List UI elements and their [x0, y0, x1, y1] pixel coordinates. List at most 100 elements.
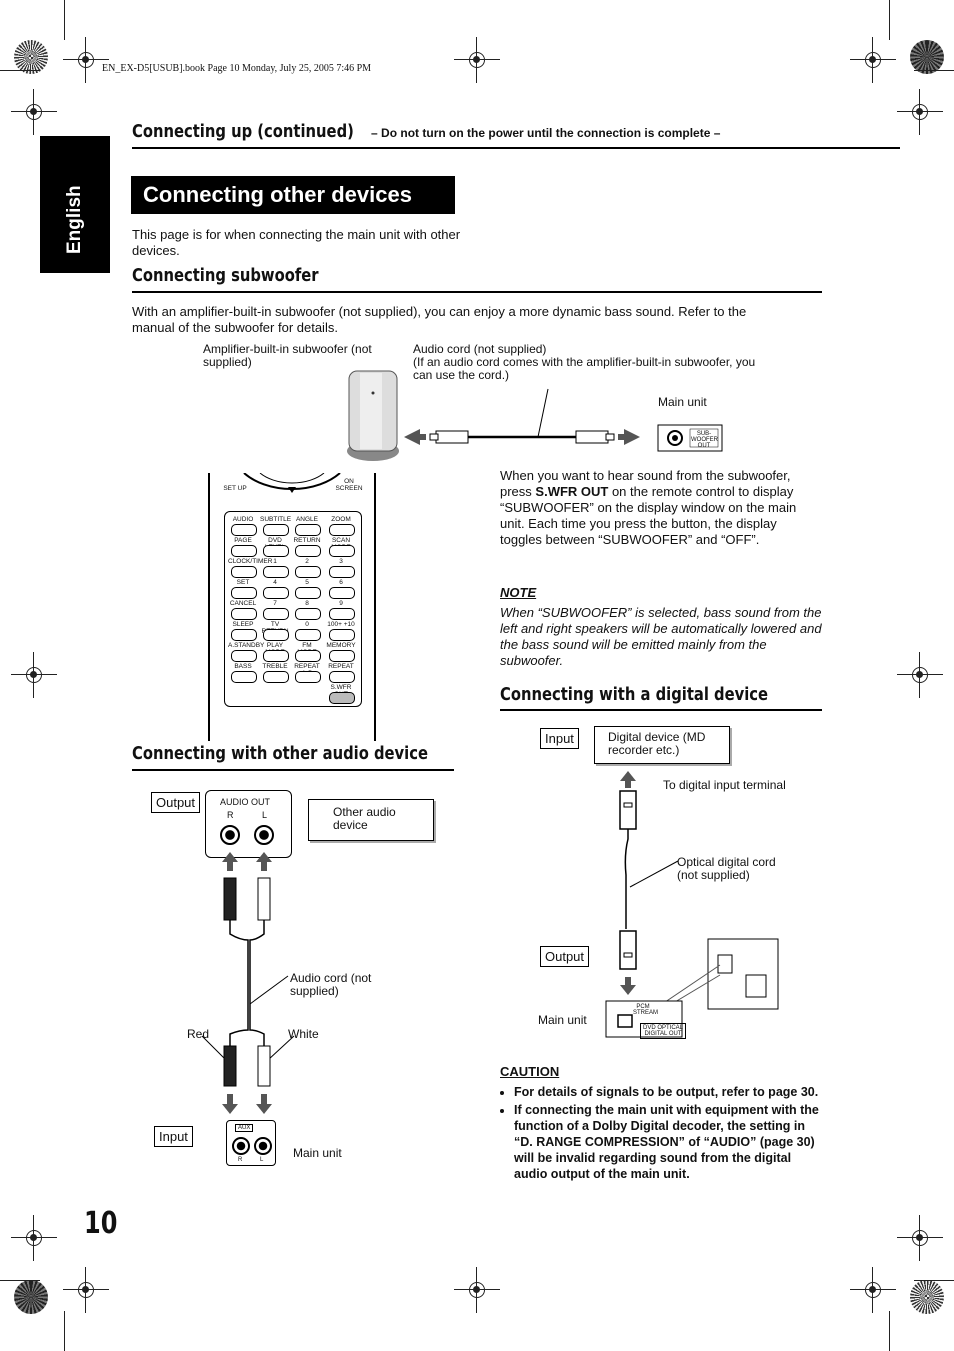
arrow-down-icon — [620, 977, 636, 995]
setup-label: SET UP — [223, 485, 247, 492]
language-tab: English — [40, 136, 110, 273]
remote-button[interactable] — [295, 545, 321, 557]
digital-input-label: Input — [540, 728, 579, 749]
aux-main-unit-label: Main unit — [293, 1146, 342, 1160]
remote-button-label: 8 — [305, 600, 309, 607]
note-text: When “SUBWOOFER” is selected, bass sound… — [500, 605, 822, 668]
audio-input-label: Input — [154, 1126, 193, 1147]
pcm-stream-label: PCM STREAM — [633, 1004, 659, 1016]
other-audio-device-box: Other audio device — [308, 799, 434, 841]
remote-button-label: 1 — [273, 558, 277, 565]
arrow-up-icon — [620, 771, 636, 788]
l-label: L — [262, 810, 268, 820]
crosshair-mark-icon — [11, 652, 57, 698]
remote-button[interactable] — [263, 608, 289, 620]
remote-button-label: 9 — [339, 600, 343, 607]
section-header-subtitle: – Do not turn on the power until the con… — [371, 126, 721, 140]
remote-button[interactable] — [231, 545, 257, 557]
crop-line — [889, 0, 890, 40]
crosshair-mark-icon — [897, 89, 943, 135]
remote-button[interactable] — [329, 629, 355, 641]
remote-button-label: CANCEL — [229, 600, 257, 607]
remote-button[interactable] — [231, 650, 257, 662]
remote-button-label: 2 — [305, 558, 309, 565]
caution-item: For details of signals to be output, ref… — [514, 1084, 825, 1100]
remote-button[interactable] — [329, 545, 355, 557]
aux-r-label: R — [238, 1157, 243, 1163]
r-label: R — [227, 810, 234, 820]
remote-button-label: ZOOM — [331, 516, 351, 523]
remote-button[interactable] — [329, 608, 355, 620]
crosshair-mark-icon — [850, 37, 896, 83]
remote-control-illustration: SET UP ON SCREEN AUDIO SUBTITLE ANGLE ZOOM P… — [208, 473, 376, 741]
remote-button[interactable] — [231, 629, 257, 641]
remote-button[interactable] — [329, 566, 355, 578]
remote-button[interactable] — [295, 524, 321, 536]
remote-button[interactable] — [295, 650, 321, 662]
remote-button[interactable] — [263, 587, 289, 599]
remote-button[interactable] — [231, 524, 257, 536]
white-label: White — [288, 1027, 319, 1041]
crop-line — [914, 70, 954, 71]
remote-button[interactable] — [329, 650, 355, 662]
remote-button[interactable] — [231, 587, 257, 599]
remote-button[interactable] — [263, 671, 289, 683]
remote-button-label: 7 — [273, 600, 277, 607]
remote-button-label: A.STANDBY — [228, 642, 265, 649]
red-label: Red — [187, 1027, 210, 1041]
remote-button[interactable] — [263, 566, 289, 578]
l-jack-icon — [254, 825, 274, 845]
remote-button[interactable] — [263, 524, 289, 536]
remote-button[interactable] — [231, 608, 257, 620]
audio-device-heading: Connecting with other audio device — [132, 743, 428, 764]
remote-button[interactable] — [295, 671, 321, 683]
remote-button[interactable] — [263, 629, 289, 641]
plug-icon — [575, 430, 615, 444]
subwoofer-out-label: SUB-WOOFER OUT — [691, 431, 718, 449]
remote-button[interactable] — [231, 671, 257, 683]
digital-device-label: Digital device (MD recorder etc.) — [608, 730, 706, 757]
subwoofer-instructions: When you want to hear sound from the sub… — [500, 468, 822, 548]
remote-button[interactable] — [295, 608, 321, 620]
page-number: 10 — [84, 1206, 118, 1241]
optical-out-label: DVD OPTICAL DIGITAL OUT — [640, 1023, 686, 1039]
crop-line — [64, 1311, 65, 1351]
language-tab-label: English — [64, 185, 85, 254]
caution-heading: CAUTION — [500, 1064, 560, 1079]
remote-button-label: SET — [236, 579, 250, 586]
digital-device-box: Digital device (MD recorder etc.) — [594, 726, 730, 764]
remote-button[interactable] — [263, 545, 289, 557]
aux-input-panel: AUX R L — [226, 1120, 276, 1166]
crosshair-mark-icon — [850, 1267, 896, 1313]
remote-button[interactable] — [295, 587, 321, 599]
remote-button[interactable] — [295, 629, 321, 641]
note-heading: NOTE — [500, 585, 537, 600]
remote-button[interactable] — [329, 524, 355, 536]
crosshair-mark-icon — [454, 37, 500, 83]
caution-item: If connecting the main unit with equipme… — [514, 1102, 825, 1182]
remote-button-label: ANGLE — [295, 516, 319, 523]
remote-button[interactable] — [329, 587, 355, 599]
crosshair-mark-icon — [11, 1215, 57, 1261]
plug-icon — [429, 430, 469, 444]
crosshair-mark-icon — [11, 89, 57, 135]
audio-out-label: AUDIO OUT — [220, 797, 271, 807]
crop-line — [0, 1280, 40, 1281]
section-header: Connecting up (continued) – Do not turn … — [132, 121, 900, 149]
remote-button[interactable] — [263, 650, 289, 662]
aux-l-label: L — [260, 1157, 264, 1163]
remote-button[interactable] — [231, 566, 257, 578]
arrow-up-icon — [222, 852, 272, 871]
crosshair-mark-icon — [897, 652, 943, 698]
crosshair-mark-icon — [897, 1215, 943, 1261]
remote-button-label: 5 — [305, 579, 309, 586]
remote-button-label: CLOCK/TIMER — [228, 558, 273, 565]
arrow-down-icon — [222, 1094, 272, 1114]
remote-button[interactable] — [329, 671, 355, 683]
remote-button[interactable] — [329, 692, 355, 704]
remote-button[interactable] — [295, 566, 321, 578]
optical-cable-diagram — [605, 771, 779, 1038]
aux-l-jack-icon — [254, 1137, 272, 1155]
remote-button-label: 3 — [339, 558, 343, 565]
aux-label: AUX — [235, 1124, 254, 1132]
